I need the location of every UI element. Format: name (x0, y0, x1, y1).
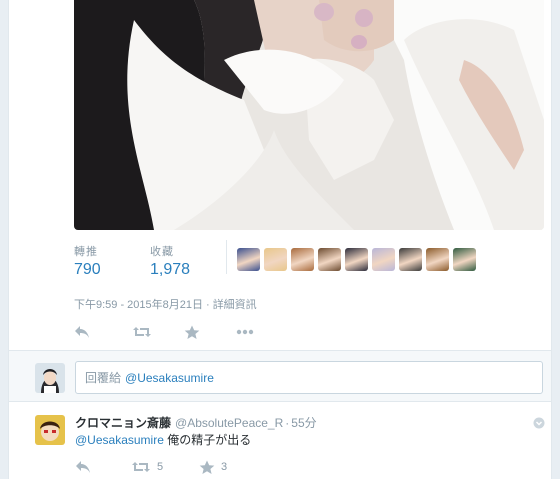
timestamp-separator: · (206, 299, 210, 311)
retweets-label: 轉推 (74, 246, 98, 258)
reply-favorite-count: 3 (221, 461, 228, 473)
reply-text-mention[interactable]: @Uesakasumire (75, 433, 164, 447)
tweet-actions (74, 322, 266, 342)
reply-text: @Uesakasumire 俺の精子が出る (75, 431, 251, 448)
reply-actions: 5 3 (75, 459, 249, 475)
favorite-icon (199, 460, 215, 474)
details-link[interactable]: 詳細資訊 (213, 299, 257, 311)
tweet-detail-card: 轉推 790 收藏 1,978 下午9:59 - 2015年8月21日 · 詳細資訊 (8, 0, 552, 479)
favorites-stat[interactable]: 收藏 1,978 (150, 243, 190, 279)
reply-reply-button[interactable] (75, 460, 131, 474)
retweets-count: 790 (74, 261, 101, 278)
more-button[interactable] (236, 329, 266, 335)
retweets-stat[interactable]: 轉推 790 (74, 243, 101, 279)
retweet-icon (133, 327, 151, 337)
favoriter-avatar-2[interactable] (264, 248, 287, 271)
favorites-count: 1,978 (150, 261, 191, 278)
tweet-timestamp: 下午9:59 - 2015年8月21日 · 詳細資訊 (74, 296, 257, 312)
reply-retweet-count: 5 (157, 461, 164, 473)
reply-favorite-button[interactable]: 3 (199, 460, 249, 475)
reply-text-body: 俺の精子が出る (163, 433, 252, 447)
retweet-button[interactable] (132, 325, 184, 339)
tweet-photo-image (74, 0, 544, 230)
stats-divider (226, 240, 227, 274)
reply-dot: · (285, 416, 290, 430)
favorite-icon (184, 325, 200, 339)
reply-time[interactable]: 55分 (291, 416, 316, 430)
reply-icon (76, 461, 90, 473)
reply-tweet[interactable]: クロマニョン斎藤 @AbsolutePeace_R · 55分 @Uesakasumi… (9, 403, 551, 479)
chevron-down-icon[interactable] (533, 417, 545, 429)
reply-prefix: 回覆給 (85, 371, 122, 385)
favoriter-avatar-1[interactable] (237, 248, 260, 271)
favorites-label: 收藏 (150, 246, 174, 258)
more-icon (236, 329, 254, 335)
reply-button[interactable] (74, 325, 132, 339)
tweet-photo[interactable] (74, 0, 544, 230)
reply-mention: @Uesakasumire (125, 370, 214, 385)
favoriter-avatar-7[interactable] (399, 248, 422, 271)
favoriter-avatar-3[interactable] (291, 248, 314, 271)
tweet-time[interactable]: 下午9:59 - 2015年8月21日 (74, 299, 203, 311)
reply-author-name[interactable]: クロマニョン斎藤 (75, 416, 171, 430)
favoriter-avatar-5[interactable] (345, 248, 368, 271)
reply-composer: 回覆給 @Uesakasumire (9, 350, 551, 402)
tweet-stats: 轉推 790 收藏 1,978 (74, 238, 544, 286)
reply-author-avatar[interactable] (35, 415, 65, 445)
reply-author-handle[interactable]: @AbsolutePeace_R (175, 416, 283, 430)
reply-header: クロマニョン斎藤 @AbsolutePeace_R · 55分 (75, 414, 317, 431)
current-user-avatar (35, 363, 65, 393)
favoriter-avatar-6[interactable] (372, 248, 395, 271)
favoriter-avatar-9[interactable] (453, 248, 476, 271)
reply-input[interactable]: 回覆給 @Uesakasumire (75, 361, 543, 394)
reply-icon (75, 326, 89, 338)
favoriter-avatars (237, 248, 476, 271)
retweet-icon (132, 462, 150, 472)
favorite-button[interactable] (184, 325, 236, 340)
favoriter-avatar-4[interactable] (318, 248, 341, 271)
reply-retweet-button[interactable]: 5 (131, 460, 199, 474)
favoriter-avatar-8[interactable] (426, 248, 449, 271)
